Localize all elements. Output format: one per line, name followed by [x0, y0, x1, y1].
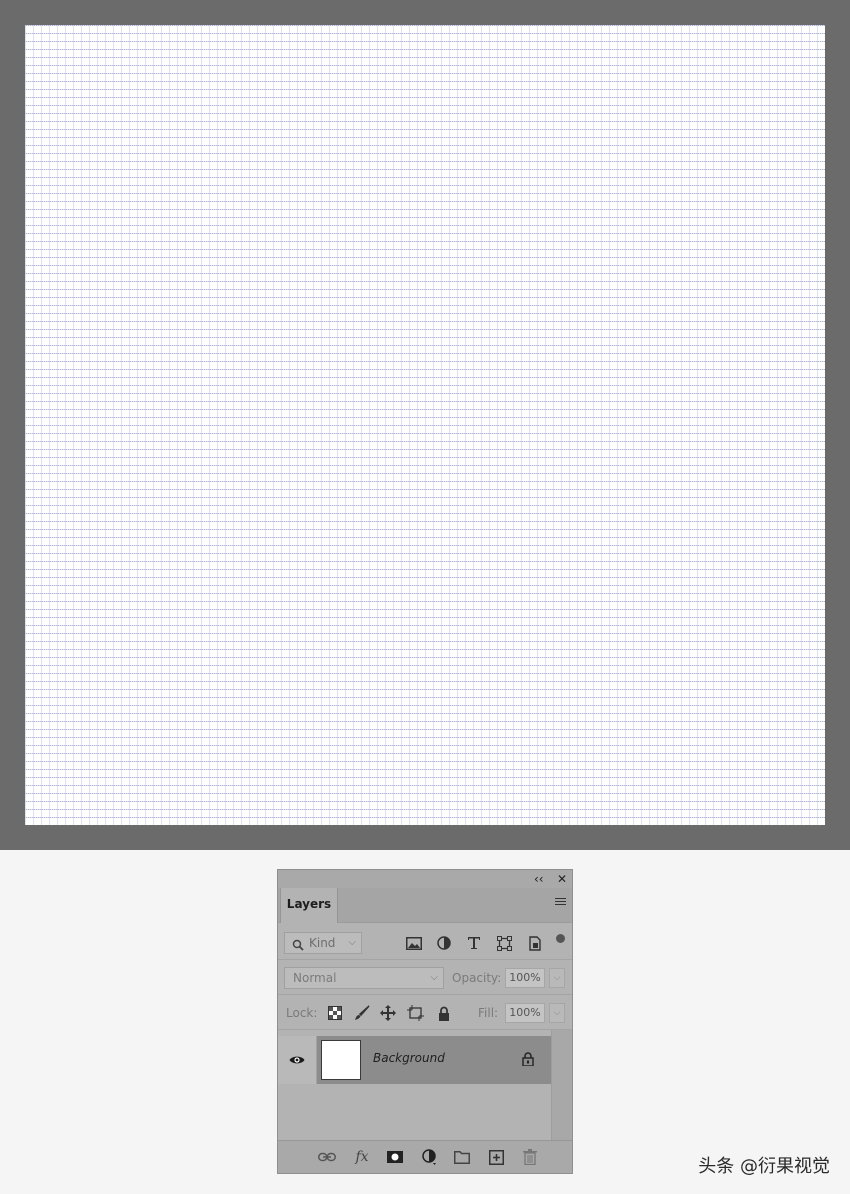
- close-panel-icon[interactable]: ✕: [557, 871, 567, 887]
- layers-list: Background: [278, 1030, 552, 1141]
- fill-label: Fill:: [478, 1006, 499, 1020]
- panel-title-bar: ‹‹ ✕: [278, 870, 572, 889]
- lock-paint-icon[interactable]: [353, 1004, 371, 1022]
- lock-row: Lock: Fill: 100% ⌵: [278, 995, 572, 1030]
- document-canvas-grid[interactable]: [25, 25, 825, 825]
- lock-all-icon[interactable]: [435, 1004, 453, 1022]
- canvas-area: [0, 0, 850, 850]
- chevron-down-icon: ⌵: [348, 937, 356, 948]
- adjustment-filter-icon[interactable]: [435, 934, 453, 952]
- smart-object-filter-icon[interactable]: [525, 934, 543, 952]
- shape-filter-icon[interactable]: [495, 934, 513, 952]
- lock-artboard-icon[interactable]: [406, 1004, 424, 1022]
- opacity-input[interactable]: 100%: [505, 968, 545, 988]
- hamburger-icon[interactable]: [555, 898, 566, 907]
- adjustment-icon[interactable]: [421, 1148, 439, 1166]
- blend-mode-select[interactable]: Normal ⌵: [284, 967, 444, 989]
- blend-mode-value: Normal: [293, 971, 337, 985]
- opacity-dropdown[interactable]: ⌵: [549, 968, 565, 988]
- fx-icon[interactable]: fx: [353, 1148, 371, 1166]
- fill-dropdown[interactable]: ⌵: [549, 1003, 565, 1023]
- new-layer-icon[interactable]: [487, 1148, 505, 1166]
- type-filter-icon[interactable]: [465, 934, 483, 952]
- layer-filter-row: Kind ⌵: [278, 923, 572, 960]
- lock-move-icon[interactable]: [379, 1004, 397, 1022]
- folder-icon[interactable]: [453, 1148, 471, 1166]
- visibility-toggle[interactable]: [278, 1036, 317, 1084]
- kind-label: Kind: [309, 936, 336, 950]
- lock-label: Lock:: [286, 1006, 318, 1020]
- layer-lock-icon: [522, 1051, 534, 1070]
- kind-filter-select[interactable]: Kind ⌵: [284, 932, 362, 954]
- chevron-down-icon: ⌵: [430, 972, 438, 983]
- tab-layers[interactable]: Layers: [280, 888, 338, 923]
- panel-tab-row: Layers: [278, 888, 572, 923]
- collapse-panel-icon[interactable]: ‹‹: [534, 871, 544, 887]
- search-icon: [292, 937, 304, 957]
- layer-item-background[interactable]: Background: [317, 1036, 552, 1084]
- blend-mode-row: Normal ⌵ Opacity: 100% ⌵: [278, 960, 572, 995]
- layer-thumbnail: [321, 1040, 361, 1080]
- watermark-text: 头条 @衍果视觉: [698, 1156, 830, 1177]
- mask-icon[interactable]: [386, 1148, 404, 1166]
- trash-icon[interactable]: [521, 1148, 539, 1166]
- layer-row[interactable]: Background: [278, 1036, 552, 1084]
- layers-panel: ‹‹ ✕ Layers Kind ⌵ Normal ⌵ Opacity: 100…: [277, 869, 573, 1174]
- layer-name: Background: [373, 1051, 445, 1065]
- lock-transparent-icon[interactable]: [326, 1004, 344, 1022]
- fill-input[interactable]: 100%: [505, 1003, 545, 1023]
- layers-scrollbar[interactable]: [551, 1030, 572, 1141]
- layers-bottom-bar: fx: [278, 1140, 572, 1173]
- image-filter-icon[interactable]: [405, 934, 423, 952]
- eye-icon: [289, 1056, 305, 1064]
- link-icon[interactable]: [318, 1148, 336, 1166]
- filter-toggle-dot[interactable]: [556, 934, 565, 943]
- opacity-label: Opacity:: [452, 971, 502, 985]
